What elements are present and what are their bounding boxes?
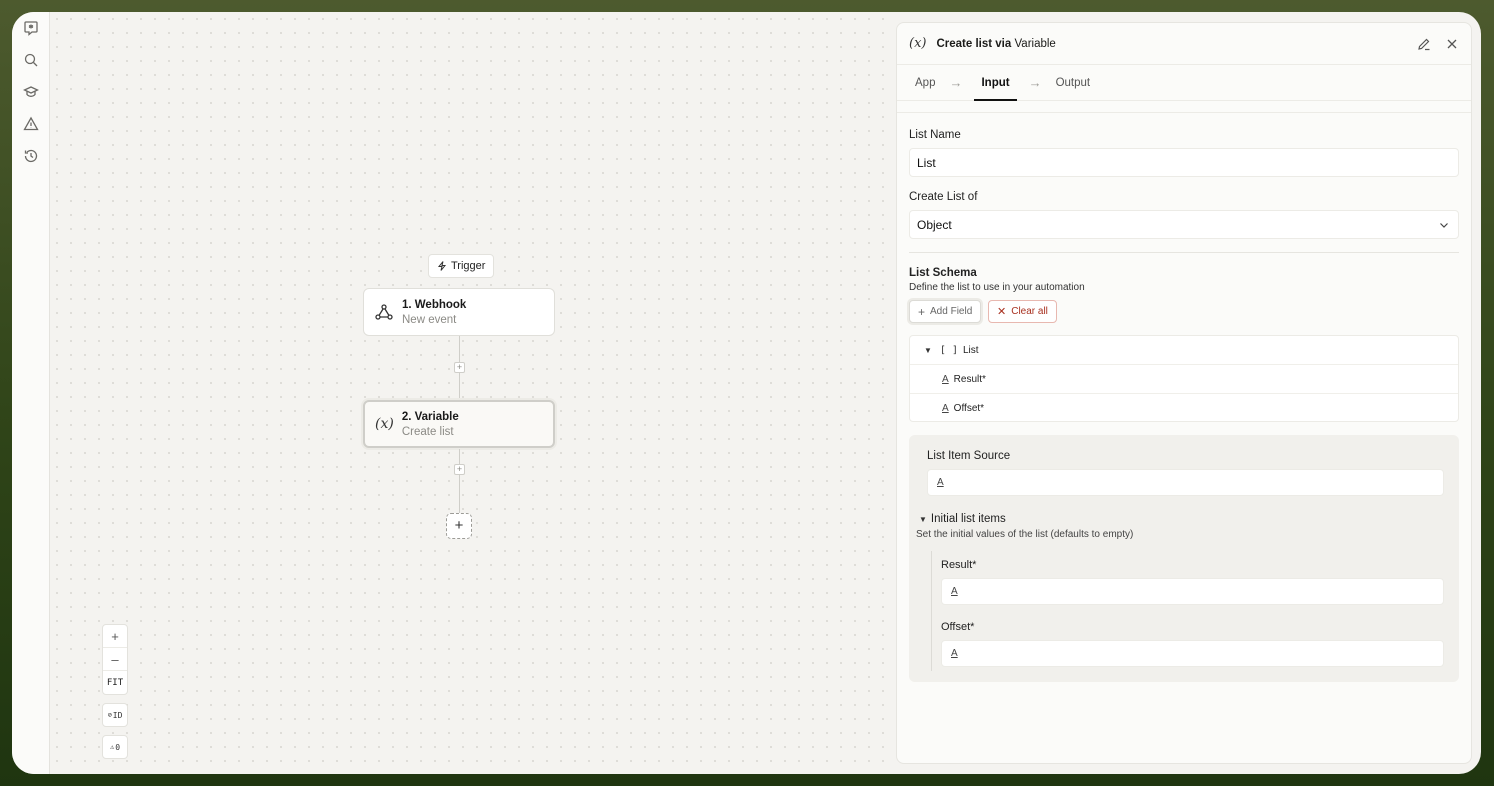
node-title: 2. Variable: [401, 410, 459, 423]
node-subtitle: New event: [402, 313, 457, 326]
clear-all-button[interactable]: ✕ Clear all: [988, 300, 1057, 323]
close-icon: ✕: [997, 306, 1007, 318]
create-list-of-select[interactable]: Object: [909, 210, 1459, 239]
list-type-icon: [ ]: [939, 344, 958, 356]
edit-icon[interactable]: [1417, 37, 1431, 51]
initial-list-items-toggle[interactable]: ▼ Initial list items: [919, 513, 1006, 525]
warning-icon: ⚠: [109, 743, 115, 751]
initial-offset-label: Offset*: [941, 621, 975, 633]
initial-list-items-subtitle: Set the initial values of the list (defa…: [916, 529, 1134, 540]
list-schema-subtitle: Define the list to use in your automatio…: [909, 282, 1085, 293]
step-tabs: App → Input → Output: [897, 65, 1471, 101]
panel-title-main: Create list via: [936, 37, 1012, 50]
create-list-of-value: Object: [917, 217, 952, 232]
warnings-button[interactable]: ⚠ 0: [102, 735, 128, 759]
schema-field-label: Offset*: [953, 403, 985, 414]
text-type-icon: A: [951, 648, 958, 659]
insert-step-button[interactable]: +: [454, 362, 465, 373]
search-icon[interactable]: [23, 52, 39, 68]
schema-field-row[interactable]: A Offset*: [910, 394, 1458, 423]
arrow-right-icon: →: [949, 75, 963, 90]
list-schema-title: List Schema: [909, 267, 977, 279]
node-subtitle: Create list: [401, 425, 454, 438]
schema-field-row[interactable]: A Result*: [910, 365, 1458, 394]
panel-header: (x) Create list via Variable: [897, 23, 1471, 65]
fit-view-button[interactable]: FIT: [103, 671, 127, 694]
logo-icon[interactable]: [23, 20, 39, 36]
schema-tree: ▼ [ ] List A Result* A Offset*: [909, 335, 1459, 422]
list-name-value: List: [917, 155, 936, 170]
variable-icon: (x): [909, 36, 927, 51]
zoom-out-button[interactable]: –: [103, 648, 127, 671]
webhook-icon: [374, 302, 394, 322]
node-webhook[interactable]: 1. Webhook New event: [363, 288, 555, 336]
add-field-button[interactable]: + Add Field: [909, 300, 982, 323]
text-type-icon: A: [942, 403, 949, 414]
text-type-icon: A: [937, 477, 944, 488]
zoom-controls: + – FIT: [102, 624, 128, 695]
trigger-badge: Trigger: [428, 254, 495, 278]
warnings-count: 0: [115, 742, 121, 752]
eye-off-icon: ⊘: [107, 711, 112, 719]
id-toggle-label: ID: [112, 710, 123, 720]
schema-root-row[interactable]: ▼ [ ] List: [910, 336, 1458, 365]
tree-guide-line: [931, 551, 932, 671]
create-list-of-label: Create List of: [909, 191, 978, 203]
node-title: 1. Webhook: [402, 298, 467, 311]
divider: [897, 101, 1471, 113]
id-toggle-button[interactable]: ⊘ ID: [102, 703, 128, 727]
schema-field-label: Result*: [953, 373, 986, 385]
trigger-label: Trigger: [451, 260, 486, 272]
connector-line: [459, 449, 460, 465]
connector-line: [459, 373, 460, 400]
initial-offset-input[interactable]: A: [941, 640, 1444, 667]
initial-list-items-title: Initial list items: [930, 513, 1006, 525]
close-icon[interactable]: [1445, 37, 1459, 51]
chevron-down-icon: [1440, 222, 1448, 228]
tab-output[interactable]: Output: [1054, 65, 1093, 101]
left-rail: [12, 12, 50, 774]
list-name-label: List Name: [909, 129, 961, 141]
text-type-icon: A: [951, 586, 958, 597]
plus-icon: +: [918, 304, 926, 319]
app-frame: Trigger 1. Webhook New event + (x) 2. Va…: [12, 12, 1481, 774]
variable-icon: (x): [375, 416, 394, 432]
caret-down-icon[interactable]: ▼: [924, 346, 932, 355]
connector-line: [459, 475, 460, 513]
add-field-label: Add Field: [930, 306, 973, 317]
list-item-source-input[interactable]: A: [927, 469, 1444, 496]
caret-down-icon: ▼: [919, 514, 927, 524]
arrow-right-icon: →: [1028, 75, 1042, 90]
initial-result-input[interactable]: A: [941, 578, 1444, 605]
list-name-input[interactable]: List: [909, 148, 1459, 177]
node-variable[interactable]: (x) 2. Variable Create list: [363, 400, 555, 448]
step-config-panel: (x) Create list via Variable App → Input…: [896, 22, 1472, 764]
list-item-source-label: List Item Source: [927, 450, 1011, 462]
workflow-canvas[interactable]: Trigger 1. Webhook New event + (x) 2. Va…: [50, 12, 896, 774]
warning-icon[interactable]: [23, 116, 39, 132]
list-item-source-section: List Item Source A ▼ Initial list items …: [909, 435, 1459, 682]
panel-title-app: Variable: [1014, 37, 1056, 50]
schema-root-label: List: [962, 344, 979, 356]
clear-all-label: Clear all: [1011, 306, 1048, 317]
text-type-icon: A: [942, 373, 949, 385]
tab-app[interactable]: App: [913, 65, 937, 101]
divider: [909, 252, 1459, 253]
history-icon[interactable]: [23, 148, 39, 164]
initial-result-label: Result*: [941, 559, 977, 571]
zoom-in-button[interactable]: +: [103, 625, 127, 648]
insert-step-button[interactable]: +: [454, 464, 465, 475]
lightning-icon: [437, 261, 447, 271]
graduation-cap-icon[interactable]: [23, 84, 39, 100]
panel-title: Create list via Variable: [936, 38, 1055, 50]
tab-input[interactable]: Input: [974, 65, 1017, 101]
add-step-button[interactable]: +: [446, 513, 472, 539]
